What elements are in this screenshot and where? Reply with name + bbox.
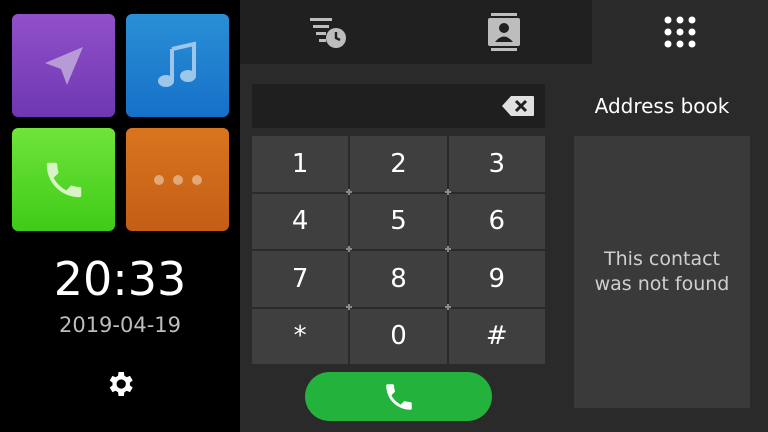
address-book-results: This contact was not found [574,136,750,408]
key-8[interactable]: 8 [350,251,447,307]
clock-date: 2019-04-19 [58,313,182,337]
tab-call-history[interactable] [240,0,416,64]
navigation-arrow-icon [44,46,83,85]
key-hash[interactable]: # [448,308,545,364]
address-book-title: Address book [594,94,730,118]
phone-tabs [240,0,768,64]
contacts-icon [488,13,520,51]
key-6[interactable]: 6 [448,193,545,249]
grid-plus-mark [445,189,451,195]
music-note-icon [157,40,196,87]
clock-time: 20:33 [53,252,187,306]
grid-plus-mark [445,304,451,310]
phone-icon [46,162,81,197]
settings-button[interactable] [102,366,138,402]
backspace-button[interactable] [501,95,535,117]
key-1[interactable]: 1 [252,136,349,192]
more-apps-tile[interactable] [126,128,229,231]
navigation-tile[interactable] [12,14,115,117]
more-dots-icon [153,174,202,185]
phone-tile[interactable] [12,128,115,231]
call-history-icon [310,18,346,48]
call-button[interactable] [305,372,492,421]
music-tile[interactable] [126,14,229,117]
gear-icon [109,372,133,396]
backspace-icon [502,96,534,116]
grid-plus-mark [445,246,451,252]
key-0[interactable]: 0 [350,308,447,364]
key-3[interactable]: 3 [448,136,545,192]
key-star[interactable]: * [252,308,349,364]
key-2[interactable]: 2 [350,136,447,192]
dialpad-icon [664,16,696,48]
tab-dialpad[interactable] [592,0,768,64]
key-5[interactable]: 5 [350,193,447,249]
contact-not-found-message: This contact was not found [594,248,730,295]
grid-plus-mark [346,246,352,252]
phone-call-icon [385,383,412,410]
dialpad: 1 2 3 4 5 6 7 8 9 * 0 # [252,136,545,364]
key-9[interactable]: 9 [448,251,545,307]
key-7[interactable]: 7 [252,251,349,307]
grid-plus-mark [346,304,352,310]
tab-contacts[interactable] [416,0,592,64]
dial-number-input[interactable] [252,84,545,128]
grid-plus-mark [346,189,352,195]
phone-panel: 1 2 3 4 5 6 7 8 9 * 0 # Address book Thi… [240,0,768,432]
key-4[interactable]: 4 [252,193,349,249]
launcher-panel: 20:33 2019-04-19 [0,0,240,432]
